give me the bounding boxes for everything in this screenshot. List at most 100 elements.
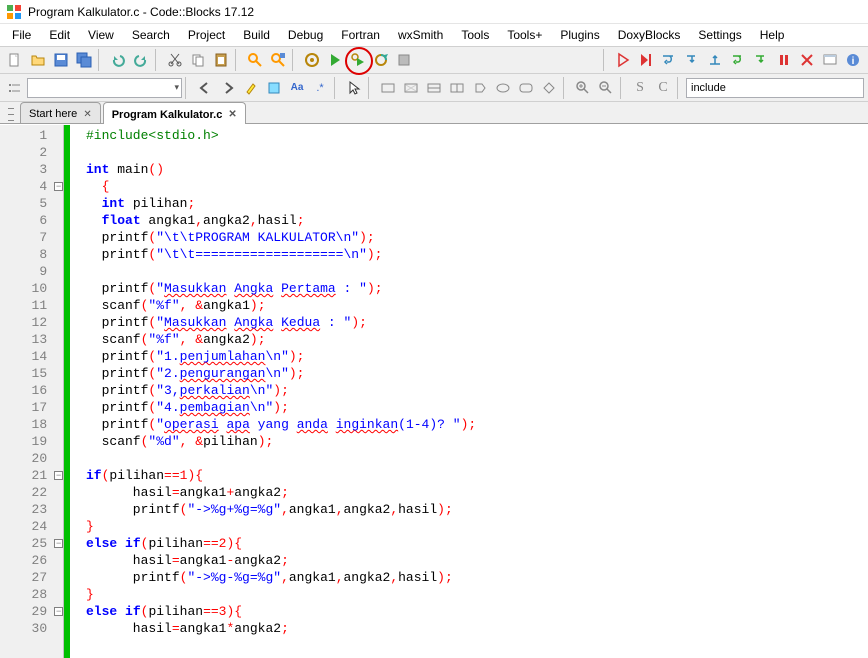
rebuild-button[interactable] xyxy=(370,49,392,71)
separator xyxy=(292,49,298,71)
fold-toggle[interactable]: − xyxy=(54,182,63,191)
fold-toggle[interactable]: − xyxy=(54,471,63,480)
menu-search[interactable]: Search xyxy=(124,26,178,44)
menu-doxyblocks[interactable]: DoxyBlocks xyxy=(610,26,689,44)
shape6-button[interactable] xyxy=(492,77,514,99)
tab-1[interactable]: Program Kalkulator.c ✕ xyxy=(103,102,246,124)
aa-icon: Aa xyxy=(291,82,304,93)
tab-close-icon[interactable]: ✕ xyxy=(228,109,236,120)
stop-debug-button[interactable] xyxy=(796,49,818,71)
cut-button[interactable] xyxy=(164,49,186,71)
include-search-input[interactable] xyxy=(686,78,864,98)
symbol-combo[interactable]: ▾ xyxy=(27,78,182,98)
debug-start-button[interactable] xyxy=(612,49,634,71)
redo-button[interactable] xyxy=(130,49,152,71)
shape3-button[interactable] xyxy=(423,77,445,99)
shape5-button[interactable] xyxy=(469,77,491,99)
menu-view[interactable]: View xyxy=(80,26,122,44)
select-text-button[interactable] xyxy=(263,77,285,99)
info-button[interactable]: i xyxy=(842,49,864,71)
shape7-button[interactable] xyxy=(515,77,537,99)
shape8-button[interactable] xyxy=(538,77,560,99)
editor-tabs: Start here ✕ Program Kalkulator.c ✕ xyxy=(0,102,868,124)
code-area[interactable]: #include<stdio.h>int main() { int piliha… xyxy=(64,125,868,658)
menu-bar: FileEditViewSearchProjectBuildDebugFortr… xyxy=(0,24,868,46)
chart-button[interactable]: C xyxy=(652,77,674,99)
new-file-button[interactable] xyxy=(4,49,26,71)
separator xyxy=(677,77,683,99)
save-all-button[interactable] xyxy=(73,49,95,71)
menu-wxsmith[interactable]: wxSmith xyxy=(390,26,451,44)
separator xyxy=(235,49,241,71)
zoom-out-button[interactable] xyxy=(595,77,617,99)
code-editor[interactable]: 1234567891011121314151617181920212223242… xyxy=(0,124,868,658)
regex-icon: .* xyxy=(316,82,323,94)
source-button[interactable]: S xyxy=(629,77,651,99)
undo-button[interactable] xyxy=(107,49,129,71)
menu-debug[interactable]: Debug xyxy=(280,26,331,44)
abort-button[interactable] xyxy=(393,49,415,71)
open-file-button[interactable] xyxy=(27,49,49,71)
menu-edit[interactable]: Edit xyxy=(41,26,78,44)
shape2-button[interactable] xyxy=(400,77,422,99)
debug-windows-button[interactable] xyxy=(819,49,841,71)
separator xyxy=(563,77,569,99)
step-into-instruction-button[interactable] xyxy=(750,49,772,71)
break-button[interactable] xyxy=(773,49,795,71)
step-out-button[interactable] xyxy=(704,49,726,71)
toggle-tree-button[interactable] xyxy=(4,77,26,99)
separator xyxy=(155,49,161,71)
next-line-button[interactable] xyxy=(658,49,680,71)
paste-button[interactable] xyxy=(210,49,232,71)
app-icon xyxy=(6,4,22,20)
next-instruction-button[interactable] xyxy=(727,49,749,71)
save-button[interactable] xyxy=(50,49,72,71)
change-marker xyxy=(64,125,70,658)
separator xyxy=(185,77,191,99)
tab-label: Program Kalkulator.c xyxy=(112,109,223,121)
menu-plugins[interactable]: Plugins xyxy=(552,26,607,44)
fold-toggle[interactable]: − xyxy=(54,607,63,616)
text-aa-button[interactable]: Aa xyxy=(286,77,308,99)
menu-help[interactable]: Help xyxy=(752,26,793,44)
menu-build[interactable]: Build xyxy=(235,26,278,44)
toolbar-secondary: ▾ Aa .* S C xyxy=(0,74,868,102)
shape4-button[interactable] xyxy=(446,77,468,99)
chevron-down-icon: ▾ xyxy=(174,82,179,93)
find-button[interactable] xyxy=(244,49,266,71)
back-button[interactable] xyxy=(194,77,216,99)
forward-button[interactable] xyxy=(217,77,239,99)
shape1-button[interactable] xyxy=(377,77,399,99)
fold-toggle[interactable]: − xyxy=(54,539,63,548)
step-into-button[interactable] xyxy=(681,49,703,71)
tab-label: Start here xyxy=(29,108,77,120)
separator xyxy=(620,77,626,99)
title-bar: Program Kalkulator.c - Code::Blocks 17.1… xyxy=(0,0,868,24)
copy-button[interactable] xyxy=(187,49,209,71)
run-to-cursor-button[interactable] xyxy=(635,49,657,71)
menu-tools+[interactable]: Tools+ xyxy=(499,26,550,44)
build-button[interactable] xyxy=(301,49,323,71)
menu-tools[interactable]: Tools xyxy=(453,26,497,44)
menu-file[interactable]: File xyxy=(4,26,39,44)
tab-close-icon[interactable]: ✕ xyxy=(83,109,91,120)
run-button[interactable] xyxy=(324,49,346,71)
zoom-in-button[interactable] xyxy=(572,77,594,99)
window-title: Program Kalkulator.c - Code::Blocks 17.1… xyxy=(28,5,254,19)
tab-grip[interactable] xyxy=(8,105,14,123)
gutter: 1234567891011121314151617181920212223242… xyxy=(0,125,64,658)
build-run-button[interactable] xyxy=(347,49,369,71)
highlight-button[interactable] xyxy=(240,77,262,99)
chart-C-icon: C xyxy=(658,80,667,96)
source-S-icon: S xyxy=(636,80,644,96)
separator xyxy=(98,49,104,71)
menu-settings[interactable]: Settings xyxy=(690,26,749,44)
separator xyxy=(603,49,609,71)
replace-button[interactable] xyxy=(267,49,289,71)
pointer-button[interactable] xyxy=(343,77,365,99)
fold-column: − − − − xyxy=(55,125,63,658)
tab-0[interactable]: Start here ✕ xyxy=(20,102,101,123)
menu-fortran[interactable]: Fortran xyxy=(333,26,388,44)
regex-button[interactable]: .* xyxy=(309,77,331,99)
menu-project[interactable]: Project xyxy=(180,26,233,44)
